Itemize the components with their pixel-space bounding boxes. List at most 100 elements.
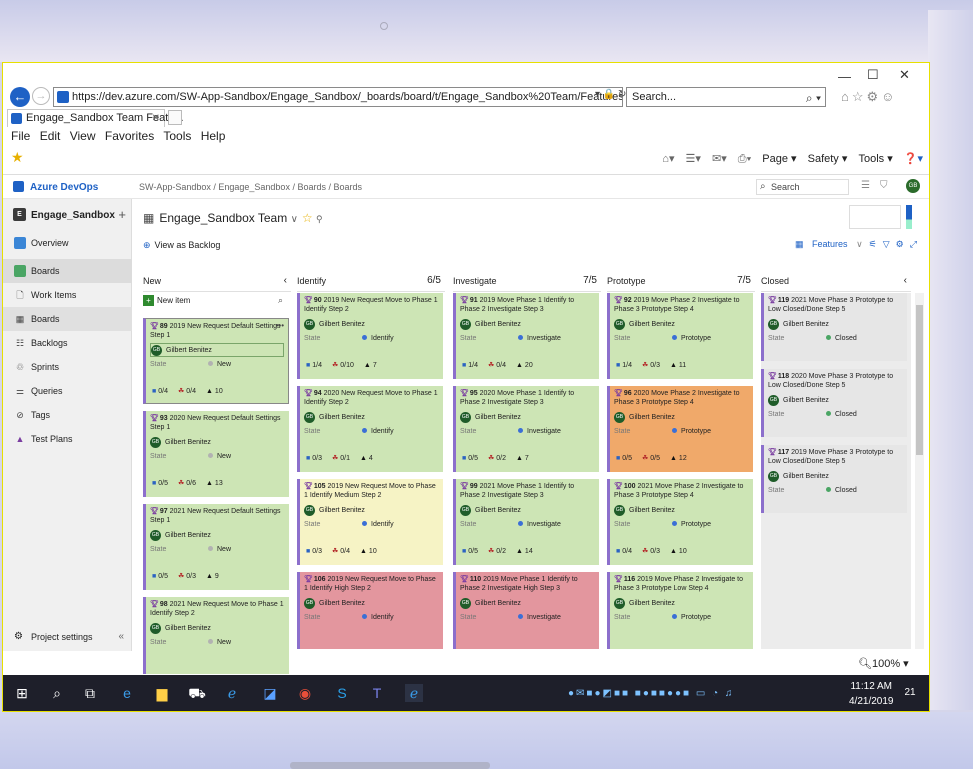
- settings-icon[interactable]: ☰⛉: [861, 180, 897, 191]
- maximize-button[interactable]: ☐: [867, 67, 879, 83]
- card-title[interactable]: 🏆︎95 2020 Move Phase 1 Identify to Phase…: [460, 389, 595, 409]
- favorite-star-icon[interactable]: ☆: [302, 211, 313, 225]
- work-item-card[interactable]: 🏆︎89 2019 New Request Default Settings S…: [143, 318, 289, 404]
- state-value[interactable]: Closed: [826, 487, 857, 494]
- column-header-investigate[interactable]: Investigate 7/5: [453, 270, 601, 292]
- child-items-count[interactable]: 0/4: [152, 388, 168, 395]
- work-item-card[interactable]: 🏆︎99 2021 Move Phase 1 Identify to Phase…: [453, 479, 599, 565]
- state-value[interactable]: Identify: [362, 521, 394, 528]
- work-item-card[interactable]: 🏆︎95 2020 Move Phase 1 Identify to Phase…: [453, 386, 599, 472]
- state-value[interactable]: Identify: [362, 428, 394, 435]
- feeds-icon[interactable]: ☰▾: [686, 153, 701, 165]
- state-value[interactable]: New: [208, 546, 231, 553]
- work-item-card[interactable]: 🏆︎92 2019 Move Phase 2 Investigate to Ph…: [607, 293, 753, 379]
- search-icon[interactable]: ⌕: [278, 295, 283, 306]
- work-item-card[interactable]: 🏆︎106 2019 New Request Move to Phase 1 I…: [297, 572, 443, 649]
- menu-view[interactable]: View: [70, 129, 96, 143]
- card-assignee[interactable]: GB Gilbert Benitez: [614, 410, 749, 424]
- notifications-icon[interactable]: 21: [901, 684, 919, 702]
- menu-edit[interactable]: Edit: [40, 129, 61, 143]
- work-item-card[interactable]: 🏆︎116 2019 Move Phase 2 Investigate to P…: [607, 572, 753, 649]
- card-title[interactable]: 🏆︎89 2019 New Request Default Settings S…: [150, 322, 284, 342]
- child-items-count[interactable]: 0/5: [152, 573, 168, 580]
- card-assignee[interactable]: GB Gilbert Benitez: [460, 596, 595, 610]
- work-item-card[interactable]: 🏆︎91 2019 Move Phase 1 Identify to Phase…: [453, 293, 599, 379]
- gear-icon[interactable]: ⚙: [896, 239, 904, 249]
- card-title[interactable]: 🏆︎98 2021 New Request Move to Phase 1 Id…: [150, 600, 285, 620]
- card-assignee[interactable]: GB Gilbert Benitez: [304, 317, 439, 331]
- address-controls-icon[interactable]: ▾ 🔒 ↻: [595, 89, 626, 100]
- state-value[interactable]: Prototype: [672, 428, 711, 435]
- card-assignee[interactable]: GB Gilbert Benitez: [768, 393, 903, 407]
- collapse-column-icon[interactable]: ‹: [284, 270, 287, 292]
- card-assignee[interactable]: GB Gilbert Benitez: [150, 435, 285, 449]
- state-value[interactable]: Prototype: [672, 614, 711, 621]
- child-items-count[interactable]: 0/3: [306, 455, 322, 462]
- work-item-card[interactable]: 🏆︎93 2020 New Request Default Settings S…: [143, 411, 289, 497]
- state-value[interactable]: New: [208, 361, 231, 368]
- home-icon[interactable]: ⌂▾: [662, 153, 674, 165]
- search-icon[interactable]: ⌕: [48, 684, 66, 702]
- card-title[interactable]: 🏆︎92 2019 Move Phase 2 Investigate to Ph…: [614, 296, 749, 316]
- bugs-count[interactable]: 0/10: [332, 362, 354, 369]
- menu-favorites[interactable]: Favorites: [105, 129, 154, 143]
- state-value[interactable]: Identify: [362, 335, 394, 342]
- settings-sliders-icon[interactable]: ⚟: [869, 239, 877, 249]
- ado-search-input[interactable]: ⌕ Search: [756, 179, 849, 195]
- card-assignee[interactable]: GB Gilbert Benitez: [460, 317, 595, 331]
- outlook-icon[interactable]: ◪: [261, 684, 279, 702]
- menu-help[interactable]: Help: [201, 129, 226, 143]
- card-title[interactable]: 🏆︎117 2019 Move Phase 3 Prototype to Low…: [768, 448, 903, 468]
- work-item-card[interactable]: 🏆︎119 2021 Move Phase 3 Prototype to Low…: [761, 293, 907, 361]
- work-item-card[interactable]: 🏆︎105 2019 New Request Move to Phase 1 I…: [297, 479, 443, 565]
- chrome-icon[interactable]: ◉: [296, 684, 314, 702]
- sidebar-item-tags[interactable]: ⊘ Tags: [3, 403, 132, 427]
- card-title[interactable]: 🏆︎97 2021 New Request Default Settings S…: [150, 507, 285, 527]
- azure-devops-logo[interactable]: Azure DevOps: [13, 181, 98, 193]
- state-value[interactable]: Closed: [826, 411, 857, 418]
- file-explorer-icon[interactable]: ▆: [153, 684, 171, 702]
- column-header-closed[interactable]: Closed ‹: [761, 270, 911, 292]
- tests-count[interactable]: 10: [206, 388, 223, 395]
- address-bar[interactable]: https://dev.azure.com/SW-App-Sandbox/Eng…: [53, 87, 623, 107]
- work-item-card[interactable]: 🏆︎117 2019 Move Phase 3 Prototype to Low…: [761, 445, 907, 513]
- menu-tools[interactable]: Tools: [163, 129, 191, 143]
- work-item-card[interactable]: 🏆︎110 2019 Move Phase 1 Identify to Phas…: [453, 572, 599, 649]
- new-tab-button[interactable]: [168, 110, 182, 125]
- bugs-count[interactable]: 0/3: [642, 548, 660, 555]
- card-assignee[interactable]: GB Gilbert Benitez: [150, 343, 284, 357]
- bugs-count[interactable]: 0/4: [332, 548, 350, 555]
- state-value[interactable]: New: [208, 639, 231, 646]
- browser-search-input[interactable]: Search... ⌕ ▾: [626, 87, 826, 107]
- card-title[interactable]: 🏆︎119 2021 Move Phase 3 Prototype to Low…: [768, 296, 903, 316]
- avatar[interactable]: GB: [906, 179, 920, 193]
- vertical-scrollbar[interactable]: [915, 293, 924, 649]
- help-icon[interactable]: ❓▾: [904, 153, 923, 165]
- card-assignee[interactable]: GB Gilbert Benitez: [304, 596, 439, 610]
- card-title[interactable]: 🏆︎100 2021 Move Phase 2 Investigate to P…: [614, 482, 749, 502]
- card-assignee[interactable]: GB Gilbert Benitez: [150, 528, 285, 542]
- project-selector[interactable]: E Engage_Sandbox +: [3, 199, 132, 231]
- tests-count[interactable]: 12: [670, 455, 687, 462]
- sidebar-item-boards-section[interactable]: Boards: [3, 259, 132, 283]
- zoom-level[interactable]: 🔍︎100% ▾: [858, 657, 909, 670]
- mail-icon[interactable]: ✉▾: [712, 153, 727, 165]
- tests-count[interactable]: 11: [670, 362, 686, 369]
- sidebar-item-backlogs[interactable]: ☷ Backlogs: [3, 331, 132, 355]
- system-tray-icons[interactable]: ●✉■●◩■■ ■●■■●●■ ▭ ◔ ♫: [568, 688, 734, 699]
- child-items-count[interactable]: 0/3: [306, 548, 322, 555]
- work-item-card[interactable]: 🏆︎118 2020 Move Phase 3 Prototype to Low…: [761, 369, 907, 437]
- sidebar-item-overview[interactable]: Overview: [3, 231, 132, 255]
- child-items-count[interactable]: 0/4: [616, 548, 632, 555]
- bugs-count[interactable]: 0/2: [488, 548, 506, 555]
- filter-icon[interactable]: ▽: [883, 239, 890, 249]
- new-item-button[interactable]: + New item: [143, 295, 190, 306]
- card-title[interactable]: 🏆︎116 2019 Move Phase 2 Investigate to P…: [614, 575, 749, 595]
- card-title[interactable]: 🏆︎105 2019 New Request Move to Phase 1 I…: [304, 482, 439, 502]
- work-item-card[interactable]: 🏆︎96 2020 Move Phase 2 Investigate to Ph…: [607, 386, 753, 472]
- card-assignee[interactable]: GB Gilbert Benitez: [768, 469, 903, 483]
- state-value[interactable]: Prototype: [672, 335, 711, 342]
- plus-icon[interactable]: +: [118, 207, 126, 222]
- skype-icon[interactable]: S: [333, 684, 351, 702]
- card-assignee[interactable]: GB Gilbert Benitez: [304, 410, 439, 424]
